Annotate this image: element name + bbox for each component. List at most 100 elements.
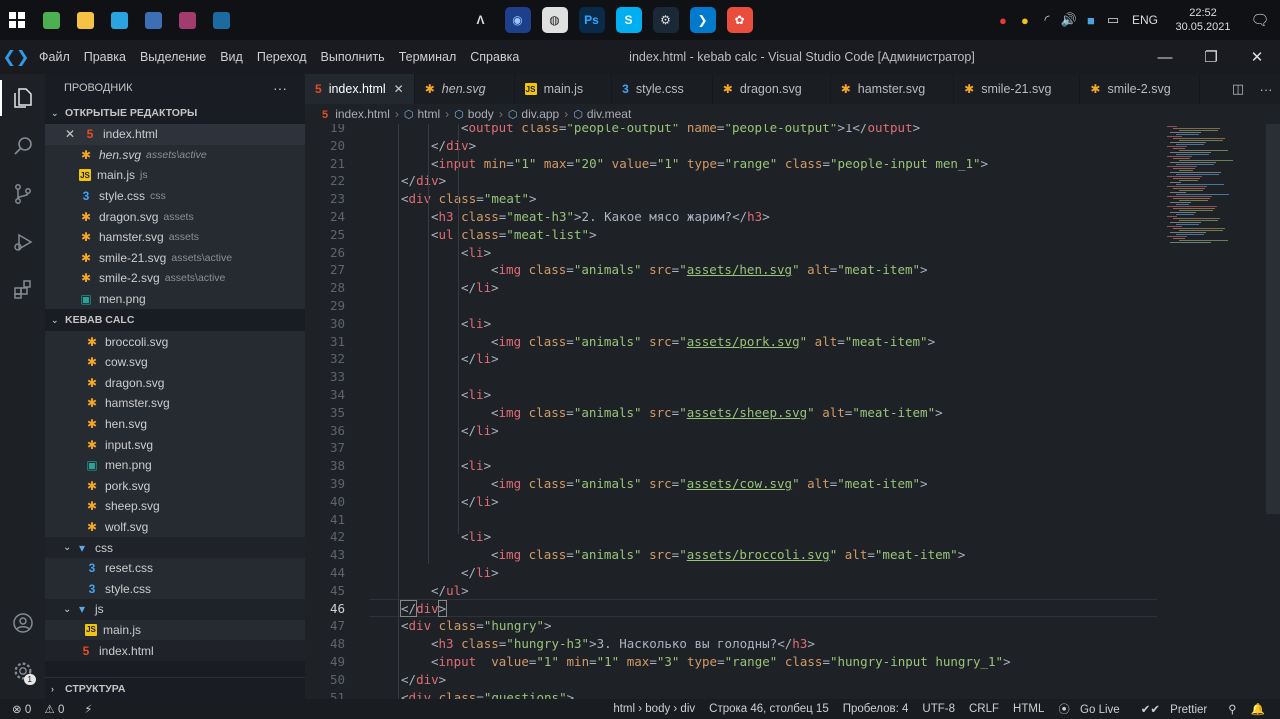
code-line[interactable]: <input min="1" max="20" value="1" type="… [371, 155, 1161, 173]
source-control-icon[interactable] [0, 170, 45, 218]
tab-main-js[interactable]: JS main.js [515, 74, 613, 104]
code-line[interactable]: </li> [371, 493, 1161, 511]
line-ending[interactable]: CRLF [962, 703, 1006, 715]
code-line[interactable]: </li> [371, 564, 1161, 582]
file-item[interactable]: ▣ men.png [45, 454, 305, 476]
encoding[interactable]: UTF-8 [915, 703, 962, 715]
code-line[interactable]: </li> [371, 279, 1161, 297]
file-item[interactable]: 3 reset.css [45, 557, 305, 579]
code-line[interactable]: </div> [371, 137, 1161, 155]
tab-index-html[interactable]: 5 index.html ✕ [305, 74, 415, 104]
restore-icon[interactable]: ❐ [1188, 40, 1234, 74]
file-item[interactable]: ✱ wolf.svg [45, 516, 305, 538]
code-line[interactable]: <li> [371, 386, 1161, 404]
menu-item[interactable]: Выполнить [314, 40, 392, 74]
run-debug-icon[interactable] [0, 218, 45, 266]
breadcrumb-item[interactable]: ⬡ div.meat [573, 107, 631, 121]
close-icon[interactable]: ✕ [65, 127, 79, 141]
code-line[interactable] [371, 439, 1161, 457]
split-editor-icon[interactable]: ◫ [1224, 81, 1252, 97]
taskbar-app-0[interactable] [34, 0, 68, 40]
live-share-icon[interactable]: ⚡ [84, 702, 92, 716]
menu-item[interactable]: Правка [77, 40, 133, 74]
breadcrumb-item[interactable]: 5 index.html [322, 107, 390, 121]
taskbar-center-app-1[interactable]: ◉ [499, 0, 536, 40]
language-indicator[interactable]: ENG [1124, 13, 1166, 27]
code-line[interactable]: <li> [371, 244, 1161, 262]
open-editor-item[interactable]: 3 style.css css [45, 185, 305, 207]
menu-item[interactable]: Файл [32, 40, 77, 74]
vertical-scrollbar[interactable] [1266, 124, 1280, 514]
extensions-icon[interactable] [0, 266, 45, 314]
open-editor-item[interactable]: ✱ dragon.svg assets [45, 206, 305, 227]
tab-dragon-svg[interactable]: ✱ dragon.svg [713, 74, 831, 104]
folder-item[interactable]: ⌄ ▾ css [45, 537, 305, 558]
taskbar-center-app-5[interactable]: ⚙ [647, 0, 684, 40]
file-item[interactable]: ✱ cow.svg [45, 351, 305, 373]
indentation[interactable]: Пробелов: 4 [836, 703, 916, 715]
feedback-icon[interactable]: ⚲ [1221, 702, 1243, 716]
file-item[interactable]: ✱ pork.svg [45, 475, 305, 497]
open-editor-item[interactable]: ✕ 5 index.html [45, 124, 305, 145]
code-line[interactable]: <li> [371, 457, 1161, 475]
taskbar-center-app-0[interactable]: Λ [462, 0, 499, 40]
code-line[interactable]: <div class="hungry"> [371, 617, 1161, 635]
menu-item[interactable]: Вид [213, 40, 250, 74]
code-line[interactable]: </li> [371, 422, 1161, 440]
open-editor-item[interactable]: ✱ smile-2.svg assets\active [45, 268, 305, 289]
code-editor[interactable]: 19 <output class="people-output" name="pe… [305, 124, 1280, 699]
file-item[interactable]: ✱ hamster.svg [45, 393, 305, 414]
code-line[interactable]: <output class="people-output" name="peop… [371, 124, 1161, 137]
tray-app-icon[interactable]: ■ [1080, 0, 1102, 40]
minimap[interactable] [1163, 124, 1270, 245]
file-item[interactable]: ✱ input.svg [45, 434, 305, 455]
go-live-button[interactable]: ⦿ Go Live [1051, 701, 1133, 717]
breadcrumb-item[interactable]: ⬡ html [404, 107, 440, 121]
tab-style-css[interactable]: 3 style.css [612, 74, 713, 104]
tab-smile-21-svg[interactable]: ✱ smile-21.svg [954, 74, 1081, 104]
code-line[interactable]: <div class="questions"> [371, 689, 1161, 699]
more-actions-icon[interactable]: ··· [273, 80, 287, 96]
code-line[interactable]: <ul class="meat-list"> [371, 226, 1161, 244]
open-editor-item[interactable]: ✱ hamster.svg assets [45, 226, 305, 248]
start-button[interactable] [0, 0, 34, 40]
bell-icon[interactable]: 🔔 [1244, 702, 1272, 716]
close-icon[interactable]: ✕ [1234, 40, 1280, 74]
breadcrumb-item[interactable]: ⬡ body [454, 107, 494, 121]
code-line[interactable]: <img class="animals" src="assets/pork.sv… [371, 333, 1161, 351]
more-tab-actions-icon[interactable]: ··· [1252, 82, 1280, 97]
menu-item[interactable]: Выделение [133, 40, 213, 74]
code-line[interactable] [371, 511, 1161, 529]
code-line[interactable]: <h3 class="meat-h3">2. Какое мясо жарим?… [371, 208, 1161, 226]
code-line[interactable]: <img class="animals" src="assets/sheep.s… [371, 404, 1161, 422]
taskbar-app-2[interactable] [102, 0, 136, 40]
menu-item[interactable]: Справка [463, 40, 526, 74]
code-line[interactable]: </div> [371, 671, 1161, 689]
open-editor-item[interactable]: JS main.js js [45, 165, 305, 186]
network-icon[interactable]: ◜ [1036, 0, 1058, 40]
taskbar-center-app-6[interactable]: ❯ [684, 0, 721, 40]
taskbar-center-app-4[interactable]: S [610, 0, 647, 40]
open-editor-item[interactable]: ✱ smile-21.svg assets\active [45, 247, 305, 269]
accounts-icon[interactable] [0, 599, 45, 647]
menu-item[interactable]: Терминал [392, 40, 464, 74]
language-mode[interactable]: HTML [1006, 703, 1051, 715]
code-line[interactable]: <img class="animals" src="assets/hen.svg… [371, 261, 1161, 279]
open-editor-item[interactable]: ▣ men.png [45, 288, 305, 310]
taskbar-app-5[interactable] [204, 0, 238, 40]
yellow-app-tray-icon[interactable]: ● [1014, 0, 1036, 40]
taskbar-center-app-7[interactable]: ✿ [721, 0, 758, 40]
project-section[interactable]: ⌄ KEBAB CALC [45, 309, 305, 332]
taskbar-app-3[interactable] [136, 0, 170, 40]
breadcrumb-item[interactable]: ⬡ div.app [508, 107, 559, 121]
code-line[interactable]: </div> [371, 599, 1161, 618]
taskbar-center-app-3[interactable]: Ps [573, 0, 610, 40]
open-editor-item[interactable]: ✱ hen.svg assets\active [45, 144, 305, 166]
volume-icon[interactable]: 🔊 [1058, 0, 1080, 40]
clock[interactable]: 22:52 30.05.2021 [1166, 6, 1240, 34]
close-icon[interactable]: ✕ [394, 82, 404, 96]
minimize-icon[interactable]: — [1142, 40, 1188, 74]
code-line[interactable] [371, 368, 1161, 386]
taskbar-center-app-2[interactable]: ◍ [536, 0, 573, 40]
code-line[interactable]: <input value="1" min="1" max="3" type="r… [371, 653, 1161, 671]
